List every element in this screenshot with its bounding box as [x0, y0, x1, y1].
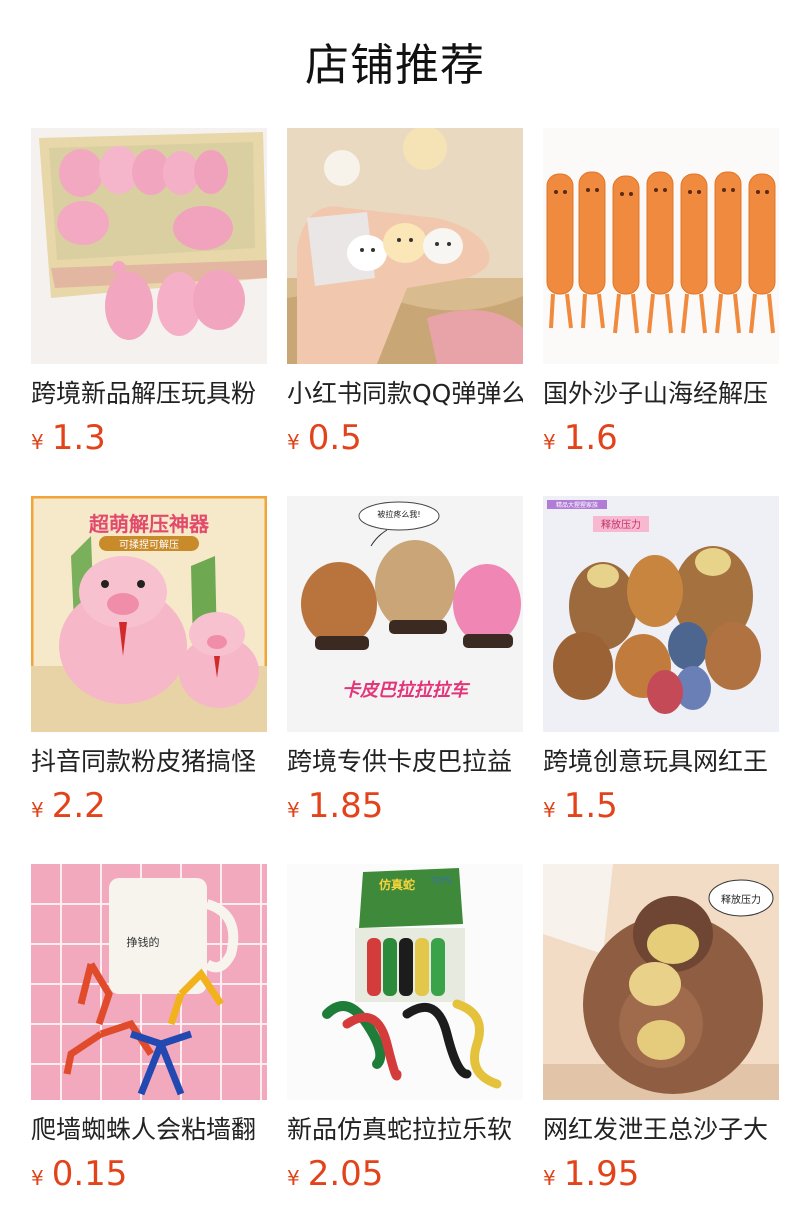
product-image[interactable]: 挣钱的	[31, 864, 267, 1100]
product-image[interactable]	[543, 128, 779, 364]
product-card[interactable]: 小红书同款QQ弹弹么 ¥0.5	[287, 128, 523, 496]
product-name[interactable]: 小红书同款QQ弹弹么	[287, 378, 523, 410]
orange-sausage-figures-image	[543, 128, 779, 364]
price-value: 1.85	[307, 786, 384, 826]
product-name[interactable]: 跨境专供卡皮巴拉益	[287, 746, 523, 778]
product-card[interactable]: 释放压力 网红发泄王总沙子大 ¥1.95	[543, 864, 779, 1232]
product-grid: 跨境新品解压玩具粉 ¥1.3 小红书同款QQ弹弹么 ¥ 0.5 国外沙子山海经解…	[31, 128, 790, 1232]
price-value: 0.15	[51, 1154, 128, 1194]
product-card[interactable]: 国外沙子山海经解压 ¥1.6	[543, 128, 779, 496]
product-card[interactable]: 仿真蛇 TOYS 新品仿真蛇拉拉乐软 ¥2.05	[287, 864, 523, 1232]
toy-snakes-box-image	[287, 864, 523, 1100]
price-value: 2.05	[307, 1154, 384, 1194]
currency-symbol: ¥	[543, 1166, 556, 1190]
image-overlay-text: 仿真蛇	[378, 878, 415, 892]
price-value: 1.6	[563, 418, 618, 458]
price-value: 1.95	[563, 1154, 640, 1194]
product-image[interactable]: 卡皮巴拉拉拉车 被拉疼么我!	[287, 496, 523, 732]
product-card[interactable]: 卡皮巴拉拉拉车 被拉疼么我! 跨境专供卡皮巴拉益 ¥1.85	[287, 496, 523, 864]
image-overlay-subtext: 可揉捏可解压	[99, 536, 199, 551]
product-image[interactable]: 超萌解压神器 可揉捏可解压	[31, 496, 267, 732]
product-price: ¥2.2	[31, 786, 267, 826]
currency-symbol: ¥	[31, 1166, 44, 1190]
currency-symbol: ¥	[543, 798, 556, 822]
product-price: ¥1.3	[31, 418, 267, 458]
chick-squishy-in-hand-image	[287, 128, 523, 364]
price-value: 2.2	[51, 786, 106, 826]
product-price: ¥0.5	[287, 418, 523, 458]
currency-symbol: ¥	[543, 430, 556, 454]
product-name[interactable]: 跨境创意玩具网红王	[543, 746, 779, 778]
product-price: ¥1.5	[543, 786, 779, 826]
product-card[interactable]: 挣钱的 爬墙蜘蛛人会粘墙翻 ¥0.15	[31, 864, 267, 1232]
price-value: 1.5	[563, 786, 618, 826]
image-overlay-subtext: TOYS	[430, 876, 452, 885]
product-price: ¥1.6	[543, 418, 779, 458]
product-image[interactable]	[31, 128, 267, 364]
currency-symbol: ¥	[287, 798, 300, 822]
image-overlay-subtext: 精品大猩猩家族	[547, 500, 607, 509]
product-name[interactable]: 新品仿真蛇拉拉乐软	[287, 1114, 523, 1146]
section-title: 店铺推荐	[305, 40, 485, 91]
gorilla-group-image	[543, 496, 779, 732]
product-price: ¥0.15	[31, 1154, 267, 1194]
product-name[interactable]: 抖音同款粉皮猪搞怪	[31, 746, 267, 778]
price-value: 1.3	[51, 418, 106, 458]
product-name[interactable]: 爬墙蜘蛛人会粘墙翻	[31, 1114, 267, 1146]
product-price: ¥1.85	[287, 786, 523, 826]
currency-symbol: ¥	[31, 430, 44, 454]
product-price: ¥2.05	[287, 1154, 523, 1194]
currency-symbol: ¥	[287, 430, 300, 454]
product-price: ¥1.95	[543, 1154, 779, 1194]
product-image[interactable]: 释放压力 精品大猩猩家族	[543, 496, 779, 732]
product-image[interactable]: 仿真蛇 TOYS	[287, 864, 523, 1100]
wall-climbing-spiderman-image	[31, 864, 267, 1100]
image-bubble-text: 被拉疼么我!	[377, 510, 421, 519]
pink-pig-squishy-box-image	[31, 128, 267, 364]
image-overlay-text: 卡皮巴拉拉拉车	[342, 680, 468, 701]
image-overlay-text: 释放压力	[601, 520, 641, 531]
product-image[interactable]: 释放压力	[543, 864, 779, 1100]
product-image[interactable]	[287, 128, 523, 364]
currency-symbol: ¥	[287, 1166, 300, 1190]
image-overlay-text: 挣钱的	[126, 936, 160, 949]
product-card[interactable]: 跨境新品解压玩具粉 ¥1.3	[31, 128, 267, 496]
product-card[interactable]: 释放压力 精品大猩猩家族 跨境创意玩具网红王 ¥1.5	[543, 496, 779, 864]
price-value: 0.5	[307, 418, 362, 458]
image-overlay-text: 超萌解压神器	[89, 512, 209, 536]
store-recommendations-page: 店铺推荐 跨境新品解压玩具粉 ¥ 1.3 小红书同款QQ弹弹么 ¥ 0.5 国外…	[0, 0, 790, 1232]
product-name[interactable]: 网红发泄王总沙子大	[543, 1114, 779, 1146]
product-name[interactable]: 跨境新品解压玩具粉	[31, 378, 267, 410]
currency-symbol: ¥	[31, 798, 44, 822]
image-bubble-text: 释放压力	[721, 895, 761, 906]
product-name[interactable]: 国外沙子山海经解压	[543, 378, 779, 410]
product-card[interactable]: 超萌解压神器 可揉捏可解压 抖音同款粉皮猪搞怪 ¥2.2	[31, 496, 267, 864]
